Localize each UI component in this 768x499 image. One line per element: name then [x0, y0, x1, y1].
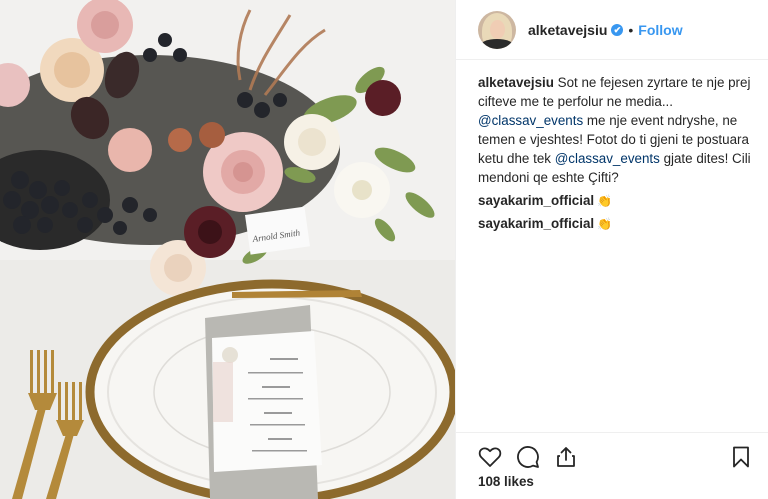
- clapping-hands-icon: 👏: [597, 217, 613, 231]
- table-setting-illustration: Arnold Smith: [0, 0, 455, 499]
- post-caption: alketavejsiu Sot ne fejesen zyrtare te n…: [478, 73, 758, 187]
- comments-section: alketavejsiu Sot ne fejesen zyrtare te n…: [478, 73, 758, 233]
- heart-icon[interactable]: [478, 445, 502, 469]
- comment-icon[interactable]: [516, 445, 540, 469]
- avatar[interactable]: [478, 10, 516, 49]
- comment-username[interactable]: sayakarim_official: [478, 192, 594, 210]
- comment-item: sayakarim_official 👏: [478, 215, 758, 233]
- verified-badge-icon: ✔: [611, 23, 624, 36]
- caption-mention-1[interactable]: @classav_events: [478, 113, 583, 128]
- caption-mention-2[interactable]: @classav_events: [555, 151, 660, 166]
- post-side-panel: alketavejsiu ✔ • Follow alketavejsiu Sot…: [455, 0, 768, 499]
- clapping-hands-icon: 👏: [597, 194, 613, 208]
- comment-item: sayakarim_official 👏: [478, 192, 758, 210]
- post-actions-bar: [456, 432, 768, 472]
- bookmark-icon[interactable]: [729, 445, 753, 469]
- comment-username[interactable]: sayakarim_official: [478, 215, 594, 233]
- likes-count[interactable]: 108 likes: [478, 474, 534, 489]
- post-photo[interactable]: Arnold Smith: [0, 0, 455, 499]
- post-header: alketavejsiu ✔ • Follow: [456, 0, 768, 60]
- share-icon[interactable]: [554, 445, 578, 469]
- caption-username[interactable]: alketavejsiu: [478, 75, 554, 90]
- header-separator: •: [628, 21, 634, 38]
- header-username[interactable]: alketavejsiu: [528, 22, 607, 38]
- follow-button[interactable]: Follow: [638, 22, 682, 38]
